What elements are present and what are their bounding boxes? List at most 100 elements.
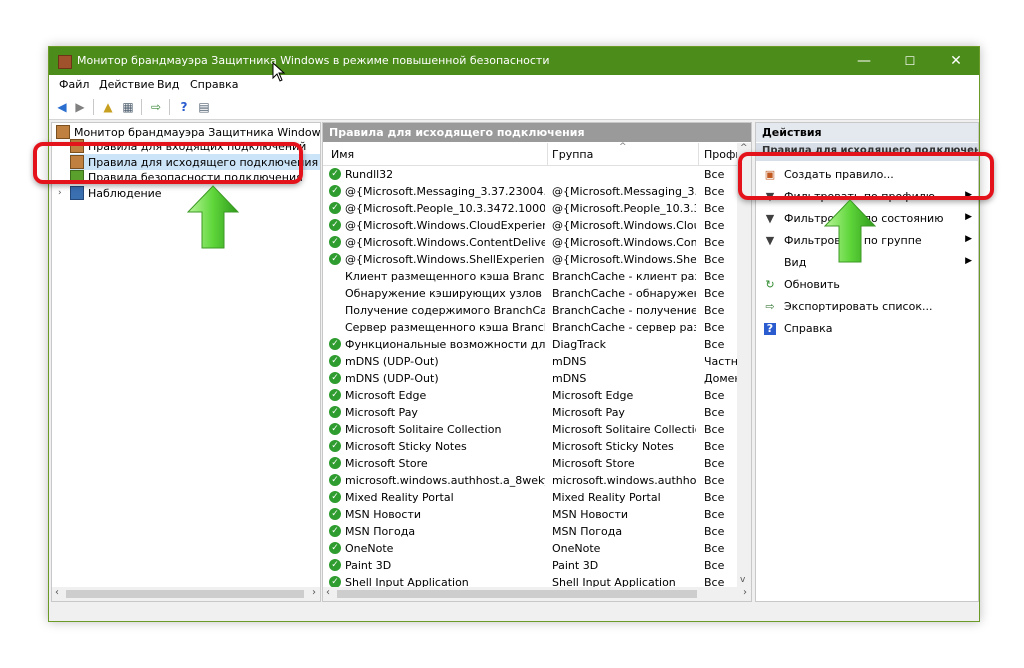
rule-row[interactable]: ✓ Paint 3D Paint 3D Все xyxy=(323,557,737,574)
rule-name: Клиент размещенного кэша BranchCac... xyxy=(345,270,545,283)
menu-file[interactable]: Файл xyxy=(59,78,89,91)
rules-pane-header: Правила для исходящего подключения xyxy=(323,123,751,142)
rule-enabled-check-icon: ✓ xyxy=(329,253,341,265)
rule-row[interactable]: Получение содержимого BranchCache ... Bra… xyxy=(323,302,737,319)
rule-group: OneNote xyxy=(552,542,601,555)
action-item[interactable]: ? Справка xyxy=(756,319,978,339)
rule-profile: Все xyxy=(704,236,725,249)
rule-group: Microsoft Pay xyxy=(552,406,625,419)
rule-row[interactable]: ✓ MSN Погода MSN Погода Все xyxy=(323,523,737,540)
rule-row[interactable]: ✓ @{Microsoft.Windows.ShellExperienceH...… xyxy=(323,251,737,268)
rule-row[interactable]: Сервер размещенного кэша BranchCa... Bran… xyxy=(323,319,737,336)
rule-name: MSN Погода xyxy=(345,525,416,538)
show-hide-tree-icon[interactable]: ▦ xyxy=(119,98,137,116)
rule-row[interactable]: Обнаружение кэширующих узлов Bran... Bran… xyxy=(323,285,737,302)
rule-profile: Все xyxy=(704,304,725,317)
rule-row[interactable]: ✓ MSN Новости MSN Новости Все xyxy=(323,506,737,523)
export-list-icon[interactable]: ⇨ xyxy=(147,98,165,116)
rule-name: @{Microsoft.Messaging_3.37.23004.0_x64..… xyxy=(345,185,545,198)
rule-enabled-check-icon: ✓ xyxy=(329,508,341,520)
rule-row[interactable]: ✓ @{Microsoft.Windows.CloudExperience... @… xyxy=(323,217,737,234)
rule-name: Получение содержимого BranchCache ... xyxy=(345,304,545,317)
action-item[interactable]: ⇨ Экспортировать список... xyxy=(756,297,978,317)
rule-group: BranchCache - сервер разм... xyxy=(552,321,696,334)
rule-profile: Все xyxy=(704,338,725,351)
rule-row[interactable]: ✓ @{Microsoft.Windows.ContentDeliveryM...… xyxy=(323,234,737,251)
close-button[interactable]: ✕ xyxy=(933,47,979,75)
rule-profile: Все xyxy=(704,168,725,181)
submenu-arrow-icon: ▶ xyxy=(965,234,972,244)
rule-profile: Все xyxy=(704,542,725,555)
rule-enabled-check-icon: ✓ xyxy=(329,457,341,469)
submenu-arrow-icon: ▶ xyxy=(965,212,972,222)
rule-row[interactable]: ✓ Функциональные возможности для по... Dia… xyxy=(323,336,737,353)
action-label: Обновить xyxy=(784,278,840,291)
column-group[interactable]: Группа xyxy=(552,148,593,161)
rule-row[interactable]: ✓ Microsoft Store Microsoft Store Все xyxy=(323,455,737,472)
rule-enabled-check-icon: ✓ xyxy=(329,423,341,435)
rule-group: mDNS xyxy=(552,372,587,385)
title-bar[interactable]: Монитор брандмауэра Защитника Windows в … xyxy=(49,47,979,75)
tree-monitoring[interactable]: › Наблюдение xyxy=(58,185,162,201)
rule-enabled-check-icon: ✓ xyxy=(329,525,341,537)
rule-profile: Все xyxy=(704,474,725,487)
rule-row[interactable]: ✓ Microsoft Solitaire Collection Microsoft… xyxy=(323,421,737,438)
action-label: Справка xyxy=(784,322,833,335)
menu-action[interactable]: Действие xyxy=(99,78,154,91)
up-folder-icon[interactable]: ▲ xyxy=(99,98,117,116)
firewall-icon xyxy=(56,125,70,139)
window-title: Монитор брандмауэра Защитника Windows в … xyxy=(77,54,550,67)
rule-profile: Все xyxy=(704,525,725,538)
column-name[interactable]: Имя xyxy=(331,148,354,161)
rule-row[interactable]: ✓ Mixed Reality Portal Mixed Reality Porta… xyxy=(323,489,737,506)
help-icon[interactable]: ? xyxy=(175,98,193,116)
rule-row[interactable]: ✓ Microsoft Pay Microsoft Pay Все xyxy=(323,404,737,421)
rule-row[interactable]: ✓ Microsoft Edge Microsoft Edge Все xyxy=(323,387,737,404)
rules-horizontal-scrollbar[interactable]: ‹ › xyxy=(323,587,751,601)
rule-row[interactable]: ✓ OneNote OneNote Все xyxy=(323,540,737,557)
highlight-create-rule xyxy=(738,152,994,200)
rule-row[interactable]: ✓ @{Microsoft.People_10.3.3472.1000_x64_.… xyxy=(323,200,737,217)
menu-help[interactable]: Справка xyxy=(190,78,238,91)
rule-profile: Все xyxy=(704,253,725,266)
rule-group: Paint 3D xyxy=(552,559,599,572)
action-item[interactable]: ↻ Обновить xyxy=(756,275,978,295)
toolbar: ◀ ▶ ▲ ▦ ⇨ ? ▤ xyxy=(49,95,979,120)
rule-group: @{Microsoft.Windows.Shell... xyxy=(552,253,696,266)
left-horizontal-scrollbar[interactable]: ‹ › xyxy=(52,587,320,601)
forward-arrow-icon[interactable]: ▶ xyxy=(71,98,89,116)
maximize-button[interactable]: ☐ xyxy=(887,47,933,75)
rule-profile: Все xyxy=(704,219,725,232)
expand-chevron-icon[interactable]: › xyxy=(58,188,70,198)
rule-row[interactable]: ✓ Rundll32 Все xyxy=(323,166,737,183)
rule-row[interactable]: Клиент размещенного кэша BranchCac... Bra… xyxy=(323,268,737,285)
rule-name: microsoft.windows.authhost.a_8wekyb3... xyxy=(345,474,545,487)
rule-group: BranchCache - клиент разм... xyxy=(552,270,696,283)
rule-profile: Все xyxy=(704,440,725,453)
rule-profile: Все xyxy=(704,406,725,419)
rule-row[interactable]: ✓ microsoft.windows.authhost.a_8wekyb3...… xyxy=(323,472,737,489)
rule-enabled-check-icon: ✓ xyxy=(329,355,341,367)
mouse-cursor-icon xyxy=(272,62,286,82)
rule-name: Microsoft Edge xyxy=(345,389,427,402)
rule-row[interactable]: ✓ mDNS (UDP-Out) mDNS Частны xyxy=(323,353,737,370)
rule-group: Microsoft Solitaire Collection xyxy=(552,423,696,436)
minimize-button[interactable]: — xyxy=(841,47,887,75)
rule-name: @{Microsoft.Windows.CloudExperience... xyxy=(345,219,545,232)
rule-name: Microsoft Store xyxy=(345,457,428,470)
rule-row[interactable]: ✓ mDNS (UDP-Out) mDNS Домен xyxy=(323,370,737,387)
filter-icon: ▼ xyxy=(765,234,775,247)
rule-name: Mixed Reality Portal xyxy=(345,491,454,504)
rule-enabled-check-icon: ✓ xyxy=(329,491,341,503)
back-arrow-icon[interactable]: ◀ xyxy=(53,98,71,116)
rule-enabled-check-icon: ✓ xyxy=(329,474,341,486)
rule-row[interactable]: ✓ Microsoft Sticky Notes Microsoft Sticky … xyxy=(323,438,737,455)
rule-enabled-check-icon: ✓ xyxy=(329,168,341,180)
menu-view[interactable]: Вид xyxy=(157,78,179,91)
rule-enabled-check-icon: ✓ xyxy=(329,542,341,554)
green-arrow-icon-right xyxy=(823,199,877,263)
rules-vertical-scrollbar[interactable]: ^ v xyxy=(737,143,751,587)
show-hide-action-pane-icon[interactable]: ▤ xyxy=(195,98,213,116)
rule-enabled-check-icon: ✓ xyxy=(329,236,341,248)
rule-row[interactable]: ✓ @{Microsoft.Messaging_3.37.23004.0_x64.… xyxy=(323,183,737,200)
